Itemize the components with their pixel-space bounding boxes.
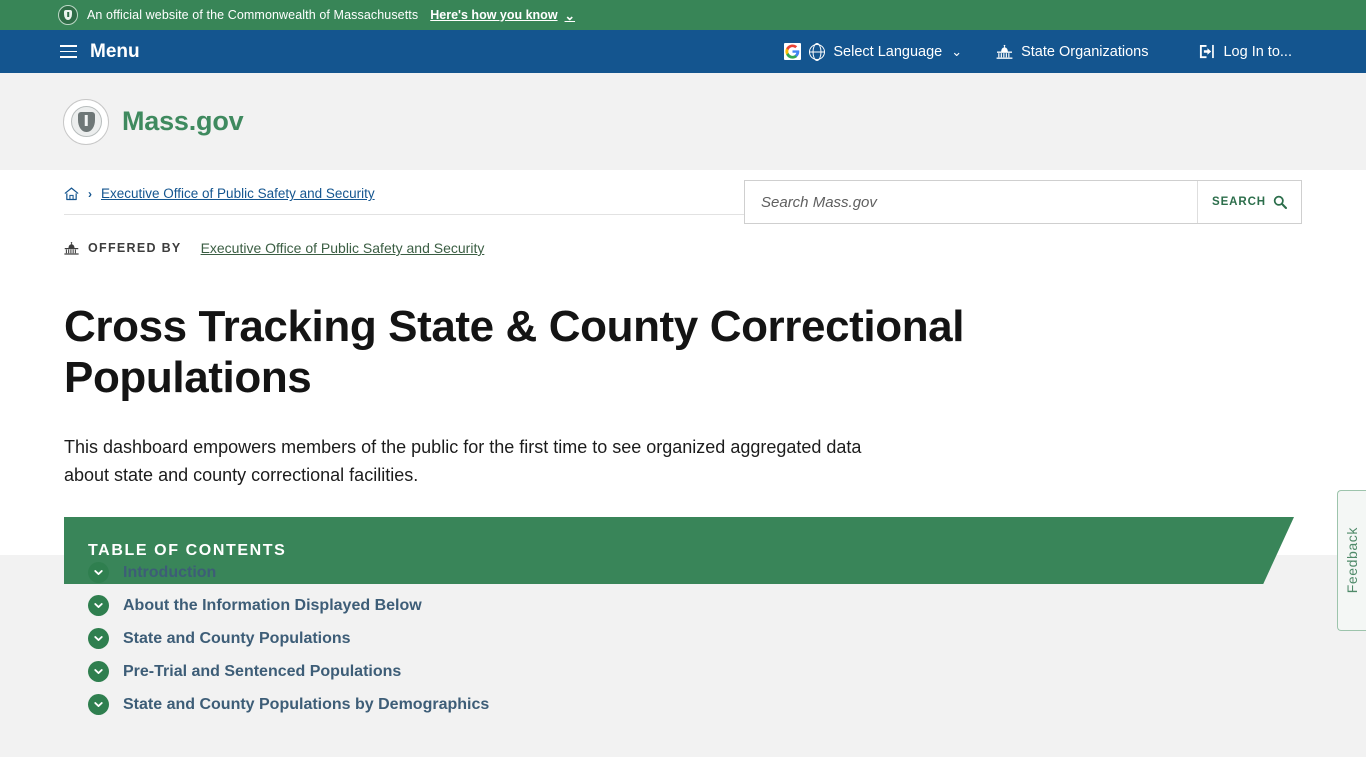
page-intro-text: This dashboard empowers members of the p… (64, 437, 862, 485)
chevron-down-circle-icon (88, 595, 109, 616)
breadcrumb-separator: › (88, 186, 92, 201)
chevron-down-icon: ⌄ (951, 43, 963, 59)
search-input[interactable] (745, 181, 1197, 223)
mass-seal-icon (58, 5, 78, 25)
capitol-building-icon (996, 44, 1013, 59)
google-g-icon (784, 43, 802, 60)
toc-item-label: State and County Populations (123, 629, 351, 647)
site-header: Mass.gov SEARCH (0, 73, 1366, 224)
log-in-label: Log In to... (1223, 43, 1292, 60)
globe-icon (809, 43, 826, 60)
heres-how-you-know-label: Here's how you know (430, 8, 558, 22)
table-of-contents-list: Introduction About the Information Displ… (88, 517, 1366, 715)
select-language-button[interactable]: Select Language ⌄ (784, 43, 962, 60)
utility-nav-right-group: Select Language ⌄ State Organizations Lo… (784, 43, 1366, 60)
main-menu-label: Menu (90, 40, 140, 62)
chevron-down-icon: ⌄ (564, 8, 576, 23)
brand-name: Mass.gov (122, 106, 244, 136)
main-menu-button[interactable]: Menu (0, 41, 140, 63)
chevron-down-circle-icon (88, 628, 109, 649)
offered-by-label: OFFERED BY (88, 241, 182, 255)
select-language-label: Select Language (833, 43, 943, 60)
heres-how-you-know-toggle[interactable]: Here's how you know ⌄ (430, 8, 575, 23)
search-button-label: SEARCH (1212, 196, 1266, 208)
toc-item-about-the-information-displayed-below[interactable]: About the Information Displayed Below (88, 595, 1366, 616)
official-website-text: An official website of the Commonwealth … (87, 8, 419, 22)
chevron-down-circle-icon (88, 694, 109, 715)
official-website-banner: An official website of the Commonwealth … (0, 0, 1366, 30)
toc-item-label: State and County Populations by Demograp… (123, 695, 490, 713)
toc-item-label: Pre-Trial and Sentenced Populations (123, 662, 402, 680)
hamburger-icon (60, 45, 77, 58)
mass-gov-home-link[interactable]: Mass.gov (63, 98, 244, 145)
feedback-tab[interactable]: Feedback (1337, 490, 1366, 631)
chevron-down-circle-icon (88, 562, 109, 583)
search-icon (1273, 195, 1287, 209)
breadcrumb-item-0[interactable]: Executive Office of Public Safety and Se… (101, 186, 375, 201)
page-title: Cross Tracking State & County Correction… (64, 302, 965, 402)
state-organizations-link[interactable]: State Organizations (996, 44, 1148, 60)
home-icon[interactable] (64, 187, 79, 201)
toc-item-state-and-county-populations[interactable]: State and County Populations (88, 628, 1366, 649)
toc-item-state-and-county-populations-by-demographics[interactable]: State and County Populations by Demograp… (88, 694, 1366, 715)
capitol-building-icon (64, 242, 79, 255)
toc-item-label: About the Information Displayed Below (123, 596, 422, 614)
log-in-button[interactable]: Log In to... (1198, 44, 1366, 60)
toc-item-introduction[interactable]: Introduction (88, 562, 1366, 583)
chevron-down-circle-icon (88, 661, 109, 682)
utility-navigation-bar: Menu Select Language ⌄ State Organizatio… (0, 30, 1366, 73)
toc-item-pre-trial-and-sentenced-populations[interactable]: Pre-Trial and Sentenced Populations (88, 661, 1366, 682)
state-organizations-label: State Organizations (1021, 43, 1149, 60)
table-of-contents-section: TABLE OF CONTENTS Introduction About the… (0, 517, 1366, 757)
site-search: SEARCH (744, 180, 1302, 224)
offered-by-organization-link[interactable]: Executive Office of Public Safety and Se… (201, 240, 485, 256)
feedback-label: Feedback (1344, 527, 1360, 594)
offered-by: OFFERED BY Executive Office of Public Sa… (64, 240, 1302, 256)
toc-item-label: Introduction (123, 563, 217, 581)
login-arrow-icon (1200, 44, 1215, 59)
mass-gov-seal-icon (63, 98, 109, 145)
search-submit-button[interactable]: SEARCH (1197, 181, 1301, 223)
